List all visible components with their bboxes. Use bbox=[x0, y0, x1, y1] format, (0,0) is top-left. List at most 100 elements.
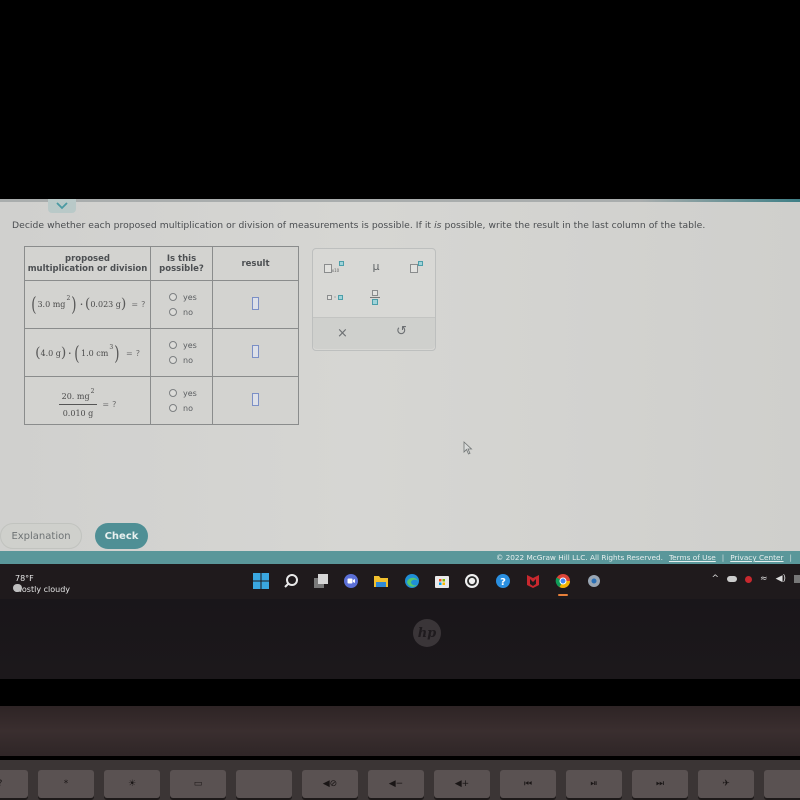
possible-cell: yes no bbox=[150, 376, 213, 425]
explanation-button[interactable]: Explanation bbox=[0, 523, 82, 549]
page-top-strip bbox=[0, 199, 800, 202]
key-f9: ⏮ bbox=[500, 770, 556, 798]
radio-button[interactable] bbox=[169, 356, 177, 364]
windows-taskbar: 78°F Mostly cloudy ? ^ ≈ ◀) bbox=[0, 564, 800, 599]
mu-button[interactable]: μ bbox=[367, 257, 385, 275]
function-key-row: ? * ☀ ▭ ◀⊘ ◀− ◀+ ⏮ ⏯ ⏭ ✈ bbox=[0, 770, 800, 800]
microsoft-store-icon[interactable] bbox=[433, 572, 451, 590]
result-input[interactable] bbox=[252, 297, 259, 310]
radio-button[interactable] bbox=[169, 389, 177, 397]
header-proposed: proposed multiplication or division bbox=[24, 246, 151, 281]
cloud-icon bbox=[13, 584, 22, 592]
footer-separator: | bbox=[789, 553, 792, 562]
radio-no[interactable]: no bbox=[169, 356, 193, 365]
fraction-button[interactable] bbox=[367, 285, 383, 309]
terms-link[interactable]: Terms of Use bbox=[669, 553, 716, 562]
onedrive-icon[interactable] bbox=[727, 576, 738, 582]
key-insert bbox=[764, 770, 800, 798]
weather-desc: Mostly cloudy bbox=[15, 585, 70, 594]
multiply-dot-button[interactable]: · bbox=[321, 289, 349, 305]
result-input[interactable] bbox=[252, 393, 259, 406]
expression-cell: (4.0 g) · (1.0 cm 3) =? bbox=[24, 328, 151, 377]
key-f4: ▭ bbox=[170, 770, 226, 798]
question-instructions: Decide whether each proposed multiplicat… bbox=[12, 220, 705, 231]
possible-cell: yes no bbox=[150, 328, 213, 377]
radio-yes[interactable]: yes bbox=[169, 293, 197, 302]
palette-actions: × ↺ bbox=[313, 317, 435, 349]
search-icon[interactable] bbox=[282, 572, 300, 590]
teams-chat-icon[interactable] bbox=[342, 572, 360, 590]
mouse-pointer-icon bbox=[463, 441, 473, 455]
header-result: result bbox=[212, 246, 299, 281]
check-button[interactable]: Check bbox=[95, 523, 148, 549]
radio-no[interactable]: no bbox=[169, 404, 193, 413]
result-input[interactable] bbox=[252, 345, 259, 358]
radio-button[interactable] bbox=[169, 404, 177, 412]
key-f11: ⏭ bbox=[632, 770, 688, 798]
battery-icon[interactable] bbox=[794, 575, 800, 583]
instructions-text-end: possible, write the result in the last c… bbox=[441, 220, 706, 231]
fraction: 20. mg2 0.010 g bbox=[58, 388, 98, 418]
x10-exponent-button[interactable]: x10 bbox=[321, 257, 347, 275]
radio-button[interactable] bbox=[169, 308, 177, 316]
radio-no[interactable]: no bbox=[169, 308, 193, 317]
superscript-button[interactable] bbox=[405, 257, 427, 275]
copyright-text: © 2022 McGraw Hill LLC. All Rights Reser… bbox=[495, 553, 663, 562]
browser-page: Decide whether each proposed multiplicat… bbox=[0, 199, 800, 599]
volume-icon[interactable]: ◀) bbox=[776, 574, 786, 584]
collapse-toggle[interactable] bbox=[48, 199, 76, 213]
radio-yes[interactable]: yes bbox=[169, 389, 197, 398]
table-row: 20. mg2 0.010 g =? yes no bbox=[24, 376, 299, 425]
expression: (4.0 g) · (1.0 cm 3) =? bbox=[35, 341, 140, 365]
expression: (3.0 mg 2) · (0.023 g) =? bbox=[30, 292, 146, 316]
footer-separator: | bbox=[721, 553, 725, 562]
notification-app-icon[interactable] bbox=[745, 575, 753, 583]
instructions-text: Decide whether each proposed multiplicat… bbox=[12, 220, 435, 231]
math-palette: x10 μ · × ↺ bbox=[312, 248, 436, 351]
app-icon[interactable] bbox=[463, 572, 481, 590]
show-hidden-icons[interactable]: ^ bbox=[711, 574, 719, 584]
key-f2: * bbox=[38, 770, 94, 798]
weather-widget[interactable]: 78°F Mostly cloudy bbox=[13, 573, 70, 595]
key-f7: ◀− bbox=[368, 770, 424, 798]
privacy-link[interactable]: Privacy Center bbox=[730, 553, 783, 562]
key-f3: ☀ bbox=[104, 770, 160, 798]
instructions-emphasis: is bbox=[434, 220, 442, 231]
expression: 20. mg2 0.010 g =? bbox=[58, 388, 116, 418]
key-f12: ✈ bbox=[698, 770, 754, 798]
start-icon[interactable] bbox=[252, 572, 270, 590]
possible-cell: yes no bbox=[150, 280, 213, 329]
laptop-hinge bbox=[0, 706, 800, 756]
file-explorer-icon[interactable] bbox=[372, 572, 390, 590]
undo-icon[interactable]: ↺ bbox=[396, 324, 407, 339]
result-cell bbox=[212, 328, 299, 377]
background-dark-area bbox=[0, 0, 800, 199]
radio-button[interactable] bbox=[169, 293, 177, 301]
system-tray: ^ ≈ ◀) bbox=[711, 574, 800, 584]
result-cell bbox=[212, 376, 299, 425]
chevron-down-icon bbox=[56, 202, 68, 210]
laptop-bezel bbox=[0, 599, 800, 679]
table-row: (4.0 g) · (1.0 cm 3) =? yes no bbox=[24, 328, 299, 377]
footer-links: © 2022 McGraw Hill LLC. All Rights Reser… bbox=[496, 551, 792, 564]
key-f6: ◀⊘ bbox=[302, 770, 358, 798]
settings-icon[interactable] bbox=[585, 572, 603, 590]
result-cell bbox=[212, 280, 299, 329]
task-view-icon[interactable] bbox=[312, 572, 330, 590]
wifi-icon[interactable]: ≈ bbox=[760, 574, 768, 584]
key-f1: ? bbox=[0, 770, 28, 798]
get-help-icon[interactable]: ? bbox=[494, 572, 512, 590]
expression-cell: 20. mg2 0.010 g =? bbox=[24, 376, 151, 425]
edge-icon[interactable] bbox=[403, 572, 421, 590]
radio-button[interactable] bbox=[169, 341, 177, 349]
clear-icon[interactable]: × bbox=[337, 326, 348, 341]
weather-temp: 78°F bbox=[15, 574, 34, 583]
table-header-row: proposed multiplication or division Is th… bbox=[24, 246, 299, 281]
key-f10: ⏯ bbox=[566, 770, 622, 798]
radio-yes[interactable]: yes bbox=[169, 341, 197, 350]
mcafee-icon[interactable] bbox=[524, 572, 542, 590]
hp-logo: hp bbox=[413, 619, 441, 647]
svg-text:?: ? bbox=[500, 577, 506, 588]
expression-cell: (3.0 mg 2) · (0.023 g) =? bbox=[24, 280, 151, 329]
chrome-icon[interactable] bbox=[554, 572, 572, 596]
